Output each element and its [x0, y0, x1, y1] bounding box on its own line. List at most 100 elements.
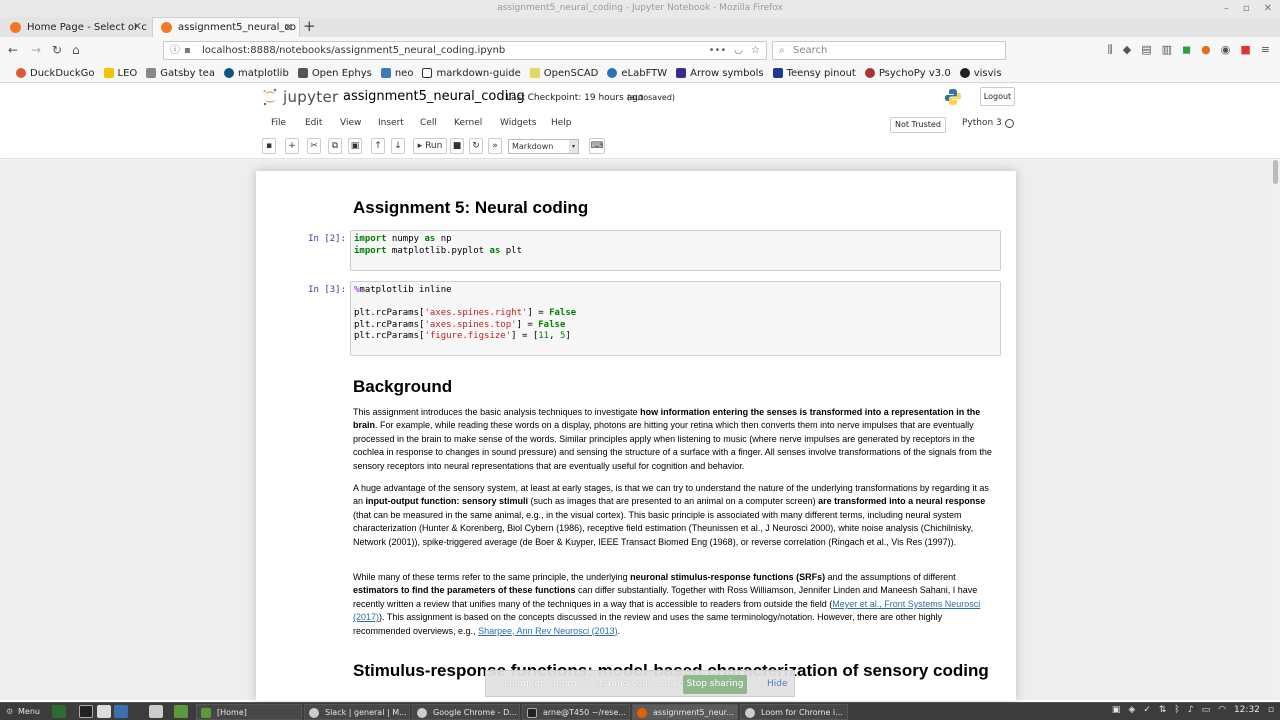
info-icon[interactable]: ⓘ: [170, 42, 180, 59]
menu-file[interactable]: File: [271, 118, 286, 128]
bookmark-openscad[interactable]: OpenSCAD: [529, 68, 598, 79]
code-cell-rcparams[interactable]: %matplotlib inline plt.rcParams['axes.sp…: [350, 281, 1001, 356]
run-button[interactable]: ▸ Run: [413, 138, 447, 154]
cell-type-select[interactable]: Markdown ▾: [508, 139, 579, 154]
sidebar-icon[interactable]: ▤: [1141, 43, 1151, 57]
save-icon[interactable]: ▪: [262, 138, 276, 154]
link-sharpee-2013[interactable]: Sharpee, Ann Rev Neurosci (2013): [478, 626, 618, 636]
jupyter-logo[interactable]: jupyter: [262, 88, 338, 106]
bluetooth-icon[interactable]: ᛒ: [1174, 705, 1179, 715]
bookmark-duckduckgo[interactable]: DuckDuckGo: [16, 68, 95, 79]
menu-edit[interactable]: Edit: [305, 118, 322, 128]
wifi-icon[interactable]: ◠: [1218, 705, 1226, 715]
minimize-icon[interactable]: –: [1224, 0, 1229, 17]
hide-banner-button[interactable]: Hide: [767, 679, 788, 689]
tray-app-icon[interactable]: ▣: [1112, 705, 1121, 715]
interrupt-icon[interactable]: ■: [450, 138, 464, 154]
extension-red-icon[interactable]: ■: [1240, 43, 1250, 57]
menu-help[interactable]: Help: [551, 118, 572, 128]
restart-icon[interactable]: ↻: [469, 138, 483, 154]
bookmark-elabftw[interactable]: eLabFTW: [607, 68, 667, 79]
taskbar-window-slack[interactable]: Slack | general | M...: [304, 704, 410, 720]
bookmark-markdown-guide[interactable]: markdown-guide: [422, 68, 521, 79]
taskbar-window-firefox[interactable]: assignment5_neur...: [632, 704, 738, 720]
update-icon[interactable]: ✓: [1143, 705, 1151, 715]
page-actions-icon[interactable]: •••: [709, 42, 727, 59]
hamburger-menu-icon[interactable]: ≡: [1261, 43, 1270, 57]
menu-kernel[interactable]: Kernel: [454, 118, 482, 128]
bookmark-psychopy[interactable]: PsychoPy v3.0: [864, 68, 951, 79]
bookmark-arrow-symbols[interactable]: Arrow symbols: [676, 68, 764, 79]
settings-icon[interactable]: [114, 705, 128, 718]
move-up-icon[interactable]: ↑: [371, 138, 385, 154]
close-icon[interactable]: ✕: [1264, 0, 1272, 17]
text-editor-icon[interactable]: [97, 705, 111, 718]
taskbar-window-chrome[interactable]: Google Chrome - D...: [412, 704, 520, 720]
notifications-icon[interactable]: ▫: [1268, 705, 1274, 715]
notebook-menubar: File Edit View Insert Cell Kernel Widget…: [262, 114, 1018, 136]
menu-widgets[interactable]: Widgets: [500, 118, 536, 128]
site-identity-icon[interactable]: ▪: [184, 42, 191, 59]
library-icon[interactable]: ⫼: [1108, 43, 1113, 57]
search-bar[interactable]: ⌕ Search: [772, 41, 1006, 60]
move-down-icon[interactable]: ↓: [391, 138, 405, 154]
tab-close-icon[interactable]: ✕: [133, 20, 142, 33]
restart-run-all-icon[interactable]: »: [488, 138, 502, 154]
scrollbar-thumb[interactable]: [1273, 160, 1278, 184]
bookmark-open-ephys[interactable]: Open Ephys: [297, 68, 372, 79]
shield-icon[interactable]: ◈: [1128, 705, 1135, 715]
back-icon[interactable]: ←: [8, 42, 18, 58]
terminal-icon[interactable]: [79, 705, 93, 718]
taskbar-window-terminal[interactable]: arne@T450 ~/rese...: [522, 704, 630, 720]
tab-home-page[interactable]: Home Page - Select or c ✕: [2, 17, 148, 37]
maximize-icon[interactable]: ▫: [1243, 0, 1250, 17]
bookmark-neo[interactable]: neo: [380, 68, 413, 79]
logout-button[interactable]: Logout: [980, 87, 1015, 106]
clock[interactable]: 12:32: [1234, 705, 1260, 715]
notebook-name[interactable]: assignment5_neural_coding: [343, 89, 525, 104]
taskbar-window-loom[interactable]: Loom for Chrome i...: [740, 704, 848, 720]
show-desktop-icon[interactable]: [52, 705, 66, 718]
extension-green-icon[interactable]: ◼: [1182, 43, 1191, 57]
home-icon[interactable]: ⌂: [72, 42, 80, 58]
bookmark-gatsby-tea[interactable]: Gatsby tea: [146, 68, 215, 79]
menu-insert[interactable]: Insert: [378, 118, 404, 128]
volume-icon[interactable]: ♪: [1188, 705, 1194, 715]
pocket-icon[interactable]: ◡: [734, 42, 743, 59]
trust-indicator[interactable]: Not Trusted: [890, 117, 946, 133]
url-bar[interactable]: ⓘ ▪ localhost:8888/notebooks/assignment5…: [163, 41, 767, 60]
network-icon[interactable]: ⇅: [1159, 705, 1167, 715]
new-tab-icon[interactable]: +: [303, 17, 316, 35]
bookmark-teensy-pinout[interactable]: Teensy pinout: [772, 68, 856, 79]
system-tray: ▣ ◈ ✓ ⇅ ᛒ ♪ ▭ ◠ 12:32 ▫: [1112, 705, 1274, 715]
bookmark-leo[interactable]: LEO: [103, 68, 137, 79]
stop-sharing-button[interactable]: Stop sharing: [683, 675, 747, 694]
chrome-icon: [417, 708, 427, 718]
bookmark-visvis[interactable]: visvis: [959, 68, 1002, 79]
taskbar-window-home[interactable]: [Home]: [196, 704, 302, 720]
command-palette-icon[interactable]: ⌨: [589, 138, 605, 154]
insert-cell-icon[interactable]: +: [285, 138, 299, 154]
menu-cell[interactable]: Cell: [420, 118, 437, 128]
screenshot-tool-icon[interactable]: [149, 705, 163, 718]
extension-icon[interactable]: ◆: [1123, 43, 1131, 57]
files-icon[interactable]: [174, 705, 188, 718]
account-icon[interactable]: ◉: [1221, 43, 1231, 57]
forward-icon[interactable]: →: [31, 42, 41, 58]
cut-icon[interactable]: ✂: [307, 138, 321, 154]
bookmark-matplotlib[interactable]: matplotlib: [223, 68, 289, 79]
tab-notebook[interactable]: assignment5_neural_co ✕: [152, 17, 300, 37]
code-cell-imports[interactable]: import numpy as np import matplotlib.pyp…: [350, 230, 1001, 271]
start-menu-button[interactable]: ⚙ Menu: [4, 704, 40, 720]
copy-icon[interactable]: ⧉: [328, 138, 342, 154]
tab-close-icon[interactable]: ✕: [284, 21, 293, 34]
menu-view[interactable]: View: [340, 118, 361, 128]
scrollbar[interactable]: [1270, 160, 1280, 700]
screenshot-icon[interactable]: ▥: [1162, 43, 1172, 57]
reload-icon[interactable]: ↻: [52, 42, 62, 58]
bookmark-star-icon[interactable]: ☆: [751, 42, 760, 59]
paste-icon[interactable]: ▣: [348, 138, 362, 154]
kernel-name: Python 3: [962, 118, 1002, 128]
battery-icon[interactable]: ▭: [1202, 705, 1211, 715]
extension-orange-icon[interactable]: ●: [1201, 43, 1211, 57]
